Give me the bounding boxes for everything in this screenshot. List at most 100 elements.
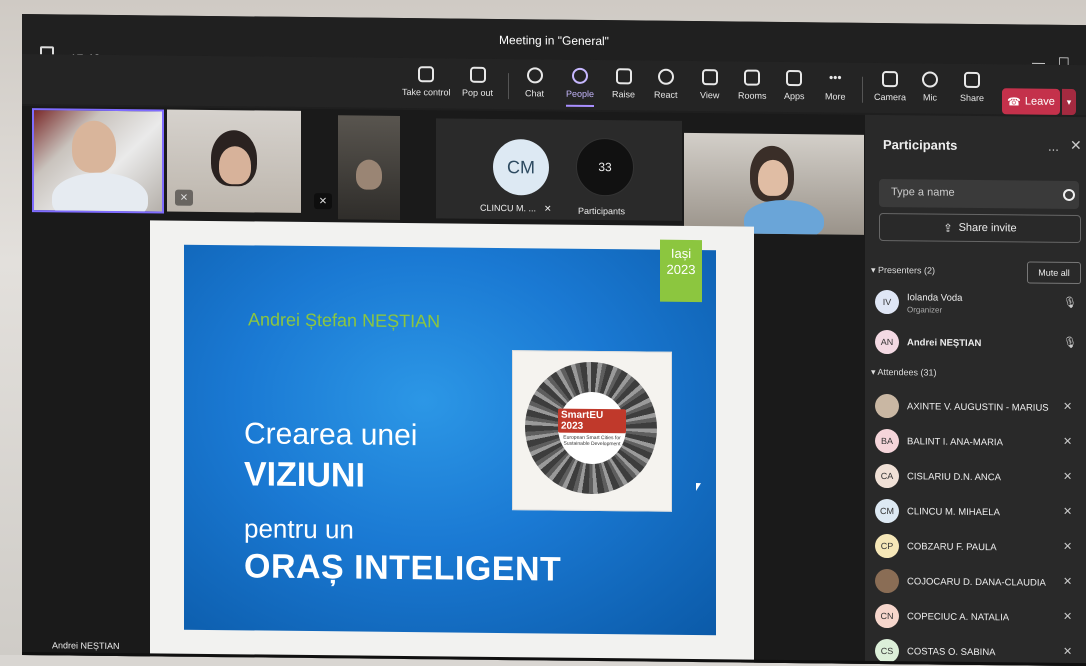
raise-label: Raise [612,89,636,100]
monitor-bezel: Meeting in "General" 17:46 — ☐ Take cont… [0,0,1086,666]
participant-name: AXINTE V. AUGUSTIN - MARIUS [907,401,1049,414]
participants-panel: Participants ... ✕ Type a name ⇪ Share in… [865,114,1086,666]
participant-count-badge[interactable]: 33 [576,137,634,197]
video-tile-participant[interactable] [684,132,864,235]
poster-title: SmartEU 2023 [558,408,626,434]
participant-row[interactable]: CA CISLARIU D.N. ANCA ✕ [871,461,1083,493]
apps-button[interactable]: Apps [784,62,805,101]
more-label: More [825,91,846,102]
ellipsis-icon: ••• [828,70,842,85]
avatar: CN [875,603,899,629]
participant-name: COSTAS O. SABINA [907,646,996,659]
mic-off-icon: ✕ [1063,470,1073,483]
participant-name: COBZARU F. PAULA [907,541,997,554]
avatar: CP [875,533,899,559]
mic-icon [922,71,938,88]
mic-off-icon: ✕ [544,203,552,214]
video-tile-participant[interactable] [338,115,400,220]
pop-out-icon [469,66,486,83]
rooms-label: Rooms [738,90,767,101]
participant-row[interactable]: IV Iolanda Voda 🎙 Organizer [871,287,1083,319]
people-button[interactable]: People [566,60,594,99]
window-title: Meeting in "General" [499,32,609,49]
panel-title: Participants [883,137,958,153]
more-button[interactable]: ••• More [825,62,846,101]
attendees-list: AXINTE V. AUGUSTIN - MARIUS ✕ BA BALINT I. … [865,115,1086,664]
panel-more-button[interactable]: ... [1048,139,1059,154]
avatar-name: CLINCU M. ... [480,202,537,214]
pop-out-button[interactable]: Pop out [462,59,493,98]
badge-year: 2023 [666,261,696,278]
raise-hand-button[interactable]: Raise [612,60,635,99]
view-button[interactable]: View [700,61,719,100]
participant-row[interactable]: AN Andrei NEȘTIAN 🎙 [871,327,1083,359]
close-icon[interactable]: ✕ [1070,137,1082,154]
mute-all-button[interactable]: Mute all [1027,261,1081,285]
chevron-down-icon: ▾ [1066,96,1072,107]
participant-row[interactable]: CN COPECIUC A. NATALIA ✕ [871,601,1083,633]
plus-icon [786,70,803,87]
video-tile-participant[interactable]: ✕ [167,109,301,213]
mouse-pointer-icon [696,483,701,492]
avatar: IV [875,289,899,315]
participant-role: Organizer [907,305,943,315]
participant-row[interactable]: AXINTE V. AUGUSTIN - MARIUS ✕ [871,391,1083,423]
people-label: People [566,88,595,99]
chat-icon [526,67,543,84]
presenters-section-toggle[interactable]: ▾ Presenters (2) [871,265,935,277]
participant-video [72,120,116,173]
share-label: Share [960,92,985,104]
participant-video [356,159,382,190]
participant-name: COJOCARU D. DANA-CLAUDIA [907,576,1046,589]
mic-icon: 🎙 [1063,336,1077,350]
camera-icon [882,71,898,88]
shared-screen: Iași 2023 Andrei Ștefan NEȘTIAN Crearea u… [150,220,754,666]
presenter-label: Andrei NEȘTIAN [52,640,120,652]
pop-out-label: Pop out [462,87,494,98]
meeting-toolbar: Take control Pop out Chat People Raise R… [22,54,1086,116]
slide-heading-line: VIZIUNI [244,455,365,495]
share-button[interactable]: Share [960,64,984,103]
search-icon [1063,188,1075,202]
participant-search-input[interactable]: Type a name [879,178,1079,210]
teams-window: Meeting in "General" 17:46 — ☐ Take cont… [22,14,1086,666]
mic-off-icon: ✕ [1063,435,1073,448]
participant-row[interactable]: BA BALINT I. ANA-MARIA ✕ [871,426,1083,458]
participant-face [219,146,251,185]
chat-button[interactable]: Chat [525,59,544,98]
share-invite-button[interactable]: ⇪ Share invite [879,212,1081,244]
mic-off-icon: ✕ [1063,610,1073,623]
video-tile-speaker[interactable] [32,108,164,214]
chat-label: Chat [525,88,545,99]
participant-row[interactable]: CP COBZARU F. PAULA ✕ [871,531,1083,563]
avatar: CM [493,138,549,196]
take-control-button[interactable]: Take control [402,58,451,98]
avatar: CA [875,463,899,489]
avatar-tile[interactable]: CM CLINCU M. ... ✕ 33 Participants [436,118,682,221]
camera-button[interactable]: Camera [874,63,906,102]
leave-options-button[interactable]: ▾ [1062,88,1076,116]
participant-row[interactable]: CM CLINCU M. MIHAELA ✕ [871,496,1083,528]
avatar: AN [875,329,899,355]
attendees-section-toggle[interactable]: ▾ Attendees (31) [871,367,937,379]
participant-row[interactable]: COJOCARU D. DANA-CLAUDIA ✕ [871,566,1083,598]
participant-name: BALINT I. ANA-MARIA [907,436,1003,449]
rooms-button[interactable]: Rooms [738,61,767,101]
slide-author: Andrei Ștefan NEȘTIAN [248,309,441,332]
leave-button[interactable]: ☎ Leave [1002,88,1060,115]
mic-off-icon: ✕ [1063,505,1073,518]
camera-label: Camera [874,91,907,103]
avatar [875,393,899,419]
mic-button[interactable]: Mic [922,63,938,103]
meeting-stage: ✕ ✕ CM CLINCU M. ... ✕ 33 Participants I… [22,106,865,666]
location-badge: Iași 2023 [660,239,702,303]
mic-off-icon: ✕ [1063,540,1073,553]
participant-name: CLINCU M. MIHAELA [907,506,1000,519]
rooms-icon [744,69,761,86]
leave-label: Leave [1024,95,1055,108]
take-control-label: Take control [402,86,451,98]
conference-poster: SmartEU 2023 European Smart Cities for S… [512,350,672,512]
react-button[interactable]: React [654,61,678,100]
participant-name: Andrei NEȘTIAN [907,337,982,350]
search-placeholder: Type a name [891,186,955,199]
